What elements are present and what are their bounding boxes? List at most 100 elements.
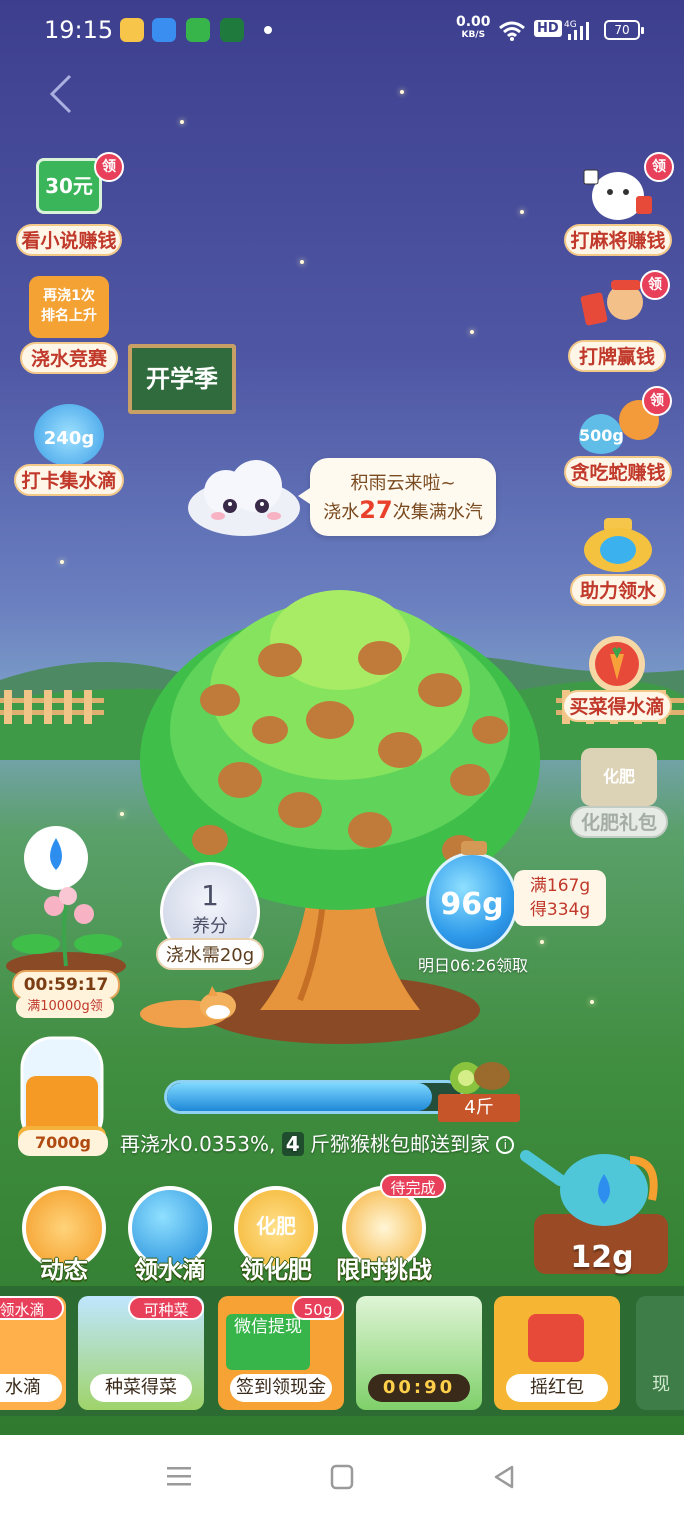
jar-tip: 满167g 得334g (514, 870, 606, 926)
side-label: 打牌赢钱 (568, 340, 666, 372)
card-game-earn-button[interactable]: 领 打牌赢钱 (568, 270, 670, 372)
card-shake-redpacket[interactable]: 摇红包 (494, 1296, 620, 1410)
side-label: 浇水竞赛 (20, 342, 118, 374)
wechat-withdraw-art: 微信提现 (226, 1314, 310, 1370)
school-season-board[interactable]: 开学季 (128, 344, 236, 414)
red-packet-icon (528, 1314, 584, 1362)
get-fertilizer-button[interactable]: 化肥 领化肥 (226, 1186, 326, 1286)
chat-app-icon (186, 18, 210, 42)
status-bar: 19:15 0.00 KB/S HD 4G 70 (0, 0, 684, 60)
card-tag: 领水滴 (0, 1296, 64, 1320)
notification-dot-icon (264, 26, 272, 34)
card-checkin-cash[interactable]: 微信提现 50g 签到领现金 (218, 1296, 344, 1410)
star (60, 560, 64, 564)
claim-badge: 领 (94, 152, 124, 182)
home-icon[interactable] (330, 1464, 354, 1490)
browser-app-icon (152, 18, 176, 42)
buy-veg-water-button[interactable]: 买菜得水滴 (562, 632, 672, 722)
fertilizer-pack-button[interactable]: 化肥 化肥礼包 (570, 748, 668, 838)
star (180, 120, 184, 124)
prize-weight: 4斤 (438, 1094, 520, 1122)
watering-contest-button[interactable]: 再浇1次 排名上升 浇水竞赛 (20, 276, 118, 374)
star (400, 90, 404, 94)
card-label: 摇红包 (506, 1374, 608, 1402)
flower-sub: 满10000g领 (16, 996, 114, 1018)
action-label: 领水滴 (134, 1256, 206, 1284)
bubble-line1: 积雨云来啦~ (350, 473, 456, 494)
jar-tip-line2: 得334g (529, 900, 591, 920)
prize-progress-fill (167, 1083, 432, 1111)
water-bottle-icon: 240g (34, 404, 104, 466)
rank-badge-icon: 再浇1次 排名上升 (29, 276, 109, 338)
snake-game-earn-button[interactable]: 500g 领 贪吃蛇赚钱 (564, 386, 672, 488)
card-tag: 50g (292, 1296, 344, 1320)
wechat-app-icon (220, 18, 244, 42)
claim-badge: 领 (640, 270, 670, 300)
fence (0, 690, 104, 724)
fertilizer-bag-icon: 化肥 (581, 748, 657, 806)
carrot-icon (589, 636, 645, 692)
card-label: 种菜得菜 (90, 1374, 192, 1402)
system-nav-bar (0, 1436, 684, 1520)
jar-collect-time: 明日06:26领取 (417, 956, 529, 975)
rain-cloud-icon[interactable] (184, 458, 304, 538)
can-amount: 12g (570, 1240, 634, 1275)
checkin-water-button[interactable]: 240g 打卡集水滴 (14, 400, 124, 496)
nutrient-value: 1 (201, 879, 219, 912)
card-label: 00:90 (368, 1374, 470, 1402)
game-scene: 19:15 0.00 KB/S HD 4G 70 30元 领 看小说赚钱 再浇1次… (0, 0, 684, 1435)
wifi-icon (499, 21, 525, 41)
side-label: 看小说赚钱 (16, 224, 122, 256)
star (520, 210, 524, 214)
get-water-button[interactable]: 领水滴 (120, 1186, 220, 1286)
star (300, 260, 304, 264)
timed-challenge-button[interactable]: 待完成 限时挑战 (334, 1174, 446, 1286)
water-amount: 500g (579, 414, 624, 454)
help-water-icon (584, 518, 652, 572)
card-label: 现 (652, 1374, 670, 1395)
net-speed: 0.00 KB/S (456, 14, 491, 40)
back-arrow-icon[interactable] (44, 72, 80, 116)
card-label: 水滴 (0, 1374, 62, 1402)
status-time: 19:15 (44, 16, 114, 44)
jar-tip-line1: 满167g (529, 876, 591, 896)
pending-badge: 待完成 (380, 1174, 446, 1198)
bubble-line2: 浇水27次集满水汽 (323, 496, 483, 524)
nutrient-label: 养分 (192, 916, 228, 937)
signal-icon: 4G (564, 20, 589, 40)
news-button[interactable]: 动态 (14, 1186, 114, 1286)
side-label: 贪吃蛇赚钱 (564, 456, 672, 488)
side-label: 打麻将赚钱 (564, 224, 672, 256)
action-label: 限时挑战 (336, 1256, 432, 1284)
back-icon[interactable] (492, 1464, 516, 1490)
claim-badge: 领 (644, 152, 674, 182)
card-cash[interactable]: 现 (636, 1296, 684, 1410)
side-label: 助力领水 (570, 574, 666, 606)
hd-icon: HD (534, 20, 562, 37)
water-need-label: 浇水需20g (156, 938, 264, 970)
star (470, 330, 474, 334)
prize-progress-bar (164, 1080, 464, 1114)
cash-card-icon: 30元 (36, 158, 102, 214)
info-icon[interactable]: i (496, 1136, 515, 1154)
card-water-timer[interactable]: 00:90 (356, 1296, 482, 1410)
prize-description: 再浇水0.0353%, 4 斤猕猴桃包邮送到家 i (120, 1128, 570, 1157)
card-tag: 可种菜 (128, 1296, 204, 1320)
card-plant-veg[interactable]: 可种菜 种菜得菜 (78, 1296, 204, 1410)
shiba-dog-icon[interactable] (134, 984, 244, 1028)
claim-badge: 领 (642, 386, 672, 416)
kiwi-tree[interactable] (120, 580, 560, 1050)
water-jar[interactable]: 96g (426, 841, 518, 952)
help-water-button[interactable]: 助力领水 (570, 516, 666, 606)
side-label: 打卡集水滴 (14, 464, 124, 496)
read-novel-earn-button[interactable]: 30元 领 看小说赚钱 (16, 152, 124, 256)
side-label: 买菜得水滴 (562, 690, 672, 722)
menu-icon[interactable] (166, 1464, 192, 1490)
side-label: 化肥礼包 (570, 806, 668, 838)
flower-pot[interactable] (6, 826, 130, 976)
cloud-speech-bubble: 积雨云来啦~ 浇水27次集满水汽 (298, 458, 496, 536)
bottle-amount: 7000g (18, 1130, 108, 1156)
card-water[interactable]: 领水滴 水滴 (0, 1296, 66, 1410)
mahjong-earn-button[interactable]: 领 打麻将赚钱 (564, 152, 674, 256)
notes-app-icon (120, 18, 144, 42)
